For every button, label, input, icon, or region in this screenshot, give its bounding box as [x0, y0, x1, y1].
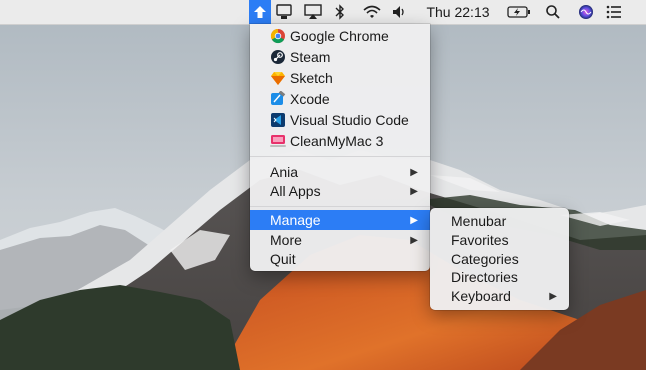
menu-item-xcode[interactable]: Xcode [250, 89, 430, 109]
menu-item-label: Categories [451, 251, 519, 267]
menu-item-label: Sketch [290, 70, 333, 86]
launcher-menu: Google Chrome Steam Sketch Xcode Visual … [250, 24, 430, 271]
submenu-item-menubar[interactable]: Menubar [430, 211, 569, 231]
launcher-icon[interactable] [249, 0, 271, 24]
menu-item-label: Visual Studio Code [290, 112, 409, 128]
sketch-icon [270, 70, 286, 86]
menu-separator [250, 206, 430, 207]
submenu-arrow-icon: ▶ [410, 166, 418, 178]
chrome-icon [270, 28, 286, 44]
submenu-item-favorites[interactable]: Favorites [430, 230, 569, 250]
menu-item-label: Directories [451, 269, 518, 285]
bluetooth-icon[interactable] [331, 0, 349, 24]
volume-icon[interactable] [389, 0, 409, 24]
submenu-item-directories[interactable]: Directories [430, 267, 569, 287]
siri-icon[interactable] [575, 0, 597, 24]
menu-item-label: Steam [290, 49, 331, 65]
display-icon[interactable] [273, 0, 295, 24]
menu-item-label: Google Chrome [290, 28, 389, 44]
menu-item-cleanmymac[interactable]: CleanMyMac 3 [250, 131, 430, 151]
submenu-arrow-icon: ▶ [410, 185, 418, 197]
menu-item-label: Menubar [451, 213, 507, 229]
menu-item-label: More [270, 232, 302, 248]
submenu-arrow-icon: ▶ [410, 214, 418, 226]
menu-item-label: CleanMyMac 3 [290, 133, 384, 149]
menu-item-label: Quit [270, 251, 296, 267]
menu-item-more[interactable]: More ▶ [250, 230, 430, 250]
menu-item-manage[interactable]: Manage ▶ [250, 210, 430, 230]
manage-submenu: Menubar Favorites Categories Directories… [430, 208, 569, 310]
submenu-arrow-icon: ▶ [549, 290, 557, 302]
menu-item-google-chrome[interactable]: Google Chrome [250, 26, 430, 46]
airplay-icon[interactable] [302, 0, 324, 24]
wifi-icon[interactable] [360, 0, 384, 24]
submenu-item-keyboard[interactable]: Keyboard ▶ [430, 286, 569, 306]
submenu-arrow-icon: ▶ [410, 234, 418, 246]
vscode-icon [270, 112, 286, 128]
menu-item-ania[interactable]: Ania ▶ [250, 162, 430, 182]
menu-item-quit[interactable]: Quit [250, 249, 430, 269]
steam-icon [270, 49, 286, 65]
menu-bar: Thu 22:13 [0, 0, 646, 25]
menu-item-label: Manage [270, 212, 321, 228]
menu-item-sketch[interactable]: Sketch [250, 68, 430, 88]
menu-item-label: Favorites [451, 232, 509, 248]
menu-item-label: Ania [270, 164, 299, 180]
menu-item-all-apps[interactable]: All Apps ▶ [250, 181, 430, 201]
spotlight-icon[interactable] [543, 0, 563, 24]
notification-center-icon[interactable] [603, 0, 625, 24]
cleanmymac-icon [270, 133, 286, 149]
menu-item-label: All Apps [270, 183, 321, 199]
xcode-icon [270, 90, 286, 107]
battery-icon[interactable] [505, 0, 533, 24]
submenu-item-categories[interactable]: Categories [430, 249, 569, 269]
menu-item-visual-studio-code[interactable]: Visual Studio Code [250, 110, 430, 130]
clock[interactable]: Thu 22:13 [420, 0, 496, 24]
menu-item-label: Xcode [290, 91, 330, 107]
menu-item-steam[interactable]: Steam [250, 47, 430, 67]
menu-item-label: Keyboard [451, 288, 511, 304]
menu-separator [250, 156, 430, 157]
